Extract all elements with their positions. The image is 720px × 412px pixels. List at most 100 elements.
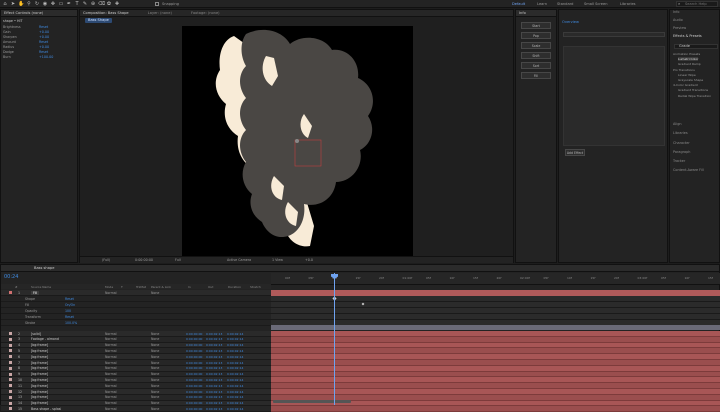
property-row[interactable]: Fill On/On	[1, 302, 271, 308]
label-color-swatch[interactable]	[9, 372, 12, 376]
duration-value[interactable]: 0:00:02:14	[227, 355, 243, 359]
column-header[interactable]: TrkMat	[136, 285, 146, 289]
in-point[interactable]: 0:00:00:00	[186, 361, 202, 365]
layer-duration-bar[interactable]	[271, 290, 720, 296]
type-tool-icon[interactable]: T	[74, 1, 80, 7]
workspace-default[interactable]: Default	[512, 1, 525, 7]
parent-dropdown[interactable]: None	[151, 366, 159, 370]
eraser-tool-icon[interactable]: ⌫	[98, 1, 105, 7]
property-value[interactable]: On/On	[65, 303, 75, 307]
duration-value[interactable]: 0:00:02:14	[227, 401, 243, 405]
timeline-tab[interactable]: Bass shape	[34, 266, 54, 270]
out-point[interactable]: 0:00:02:13	[206, 337, 222, 341]
property-value[interactable]: +100.00	[39, 55, 53, 60]
layer-name[interactable]: Fill	[31, 290, 40, 295]
duration-value[interactable]: 0:00:02:14	[227, 337, 243, 341]
duration-value[interactable]: 0:00:02:14	[227, 349, 243, 353]
rotate-tool-icon[interactable]: ↻	[34, 1, 40, 7]
layer-mode-dropdown[interactable]: Normal	[105, 372, 117, 376]
out-point[interactable]: 0:00:02:13	[206, 384, 222, 388]
property-row[interactable]: Transform Reset	[1, 314, 271, 320]
layer-name[interactable]: [bg:frame]	[31, 343, 61, 347]
overview-search[interactable]	[563, 32, 665, 37]
timeline-timecode[interactable]: 00:24	[4, 274, 18, 280]
property-row[interactable]: Shape Reset	[1, 296, 271, 302]
in-point[interactable]: 0:00:00:00	[186, 332, 202, 336]
layer-mode-dropdown[interactable]: Normal	[105, 337, 117, 341]
layer-mode-dropdown[interactable]: Normal	[105, 395, 117, 399]
timeline-scrollbar[interactable]	[273, 400, 351, 403]
column-header[interactable]: Parent & Link	[151, 285, 171, 289]
layer-mode-dropdown[interactable]: Normal	[105, 407, 117, 411]
in-point[interactable]: 0:00:00:00	[186, 366, 202, 370]
property-value[interactable]: Reset	[65, 297, 74, 301]
out-point[interactable]: 0:00:02:13	[206, 372, 222, 376]
parent-dropdown[interactable]: None	[151, 395, 159, 399]
in-point[interactable]: 0:00:00:00	[186, 395, 202, 399]
effect-property-row[interactable]: Burn +100.00	[3, 55, 77, 60]
views-dropdown[interactable]: 1 View	[272, 257, 283, 264]
property-row[interactable]: Opacity 100	[1, 308, 271, 314]
script-button-shift[interactable]: Shift	[521, 52, 551, 59]
in-point[interactable]: 0:00:00:00	[186, 401, 202, 405]
parent-dropdown[interactable]: None	[151, 378, 159, 382]
layer-name[interactable]: [bg:frame]	[31, 366, 61, 370]
effects-tree-item[interactable]: Linear Wipe	[678, 73, 696, 77]
panel-tab-libraries[interactable]: Libraries	[673, 131, 688, 135]
in-point[interactable]: 0:00:00:00	[186, 349, 202, 353]
layer-row[interactable]: 15 Bass shape - splash Normal None 0:00:00:0…	[1, 406, 271, 412]
in-point[interactable]: 0:00:00:00	[186, 378, 202, 382]
comp-timecode[interactable]: 0:00:00:00	[135, 257, 153, 264]
label-color-swatch[interactable]	[9, 343, 12, 347]
layer-duration-bar[interactable]	[271, 406, 720, 412]
parent-dropdown[interactable]: None	[151, 372, 159, 376]
label-color-swatch[interactable]	[9, 332, 12, 335]
parent-dropdown[interactable]: None	[151, 355, 159, 359]
work-area-bar[interactable]	[271, 325, 720, 330]
in-point[interactable]: 0:00:00:00	[186, 407, 202, 411]
layer-row[interactable]: 1 Fill Normal None	[1, 290, 271, 296]
parent-dropdown[interactable]: None	[151, 291, 159, 295]
panel-tab-content-aware-fill[interactable]: Content-Aware Fill	[673, 168, 704, 172]
time-ruler[interactable]: 00f 05f 10f 15f 20f 01:00f 05f 10f 15f 20f 02:00f 0…	[271, 273, 720, 285]
puppet-pin-icon[interactable]: ✚	[114, 1, 120, 7]
in-point[interactable]: 0:00:00:00	[186, 372, 202, 376]
out-point[interactable]: 0:00:02:13	[206, 343, 222, 347]
workspace-learn[interactable]: Learn	[537, 1, 547, 7]
effects-tree-item[interactable]: Animation Presets	[673, 52, 700, 56]
property-value[interactable]: 100	[65, 309, 71, 313]
layer-mode-dropdown[interactable]: Normal	[105, 401, 117, 405]
effects-tree-item[interactable]: Gradient Ramp	[678, 62, 701, 66]
property-track[interactable]	[271, 308, 720, 314]
overview-list[interactable]	[563, 46, 665, 146]
layer-mode-dropdown[interactable]: Normal	[105, 378, 117, 382]
label-color-swatch[interactable]	[9, 291, 12, 294]
in-point[interactable]: 0:00:00:00	[186, 355, 202, 359]
workspace-standard[interactable]: Standard	[557, 1, 573, 7]
parent-dropdown[interactable]: None	[151, 332, 159, 336]
script-button-start[interactable]: Start	[521, 22, 551, 29]
layer-name[interactable]: [bg:frame]	[31, 384, 61, 388]
layer-mode-dropdown[interactable]: Normal	[105, 390, 117, 394]
property-track[interactable]	[271, 314, 720, 320]
panel-tab-audio[interactable]: Audio	[673, 18, 683, 22]
layer-name[interactable]: Footage - almond	[31, 337, 61, 341]
selection-tool-icon[interactable]: ➤	[10, 1, 16, 7]
panel-tab-align[interactable]: Align	[673, 122, 682, 126]
label-color-swatch[interactable]	[9, 349, 12, 353]
script-button-sort[interactable]: Sort	[521, 62, 551, 69]
out-point[interactable]: 0:00:02:13	[206, 366, 222, 370]
in-point[interactable]: 0:00:00:00	[186, 384, 202, 388]
rectangle-tool-icon[interactable]: ▭	[58, 1, 64, 7]
property-value[interactable]: 100.0%	[65, 321, 77, 325]
layer-mode-dropdown[interactable]: Normal	[105, 349, 117, 353]
label-color-swatch[interactable]	[9, 366, 12, 370]
playhead-line[interactable]	[334, 273, 335, 405]
script-button-fill[interactable]: Fill	[521, 72, 551, 79]
label-color-swatch[interactable]	[9, 384, 12, 388]
layer-name[interactable]: [bg:frame]	[31, 401, 61, 405]
effect-controls-tab[interactable]: Effect Controls (none)	[1, 10, 77, 17]
column-header[interactable]: Stretch	[250, 285, 261, 289]
home-icon[interactable]: ⌂	[2, 1, 8, 7]
panel-tab-tracker[interactable]: Tracker	[673, 159, 685, 163]
